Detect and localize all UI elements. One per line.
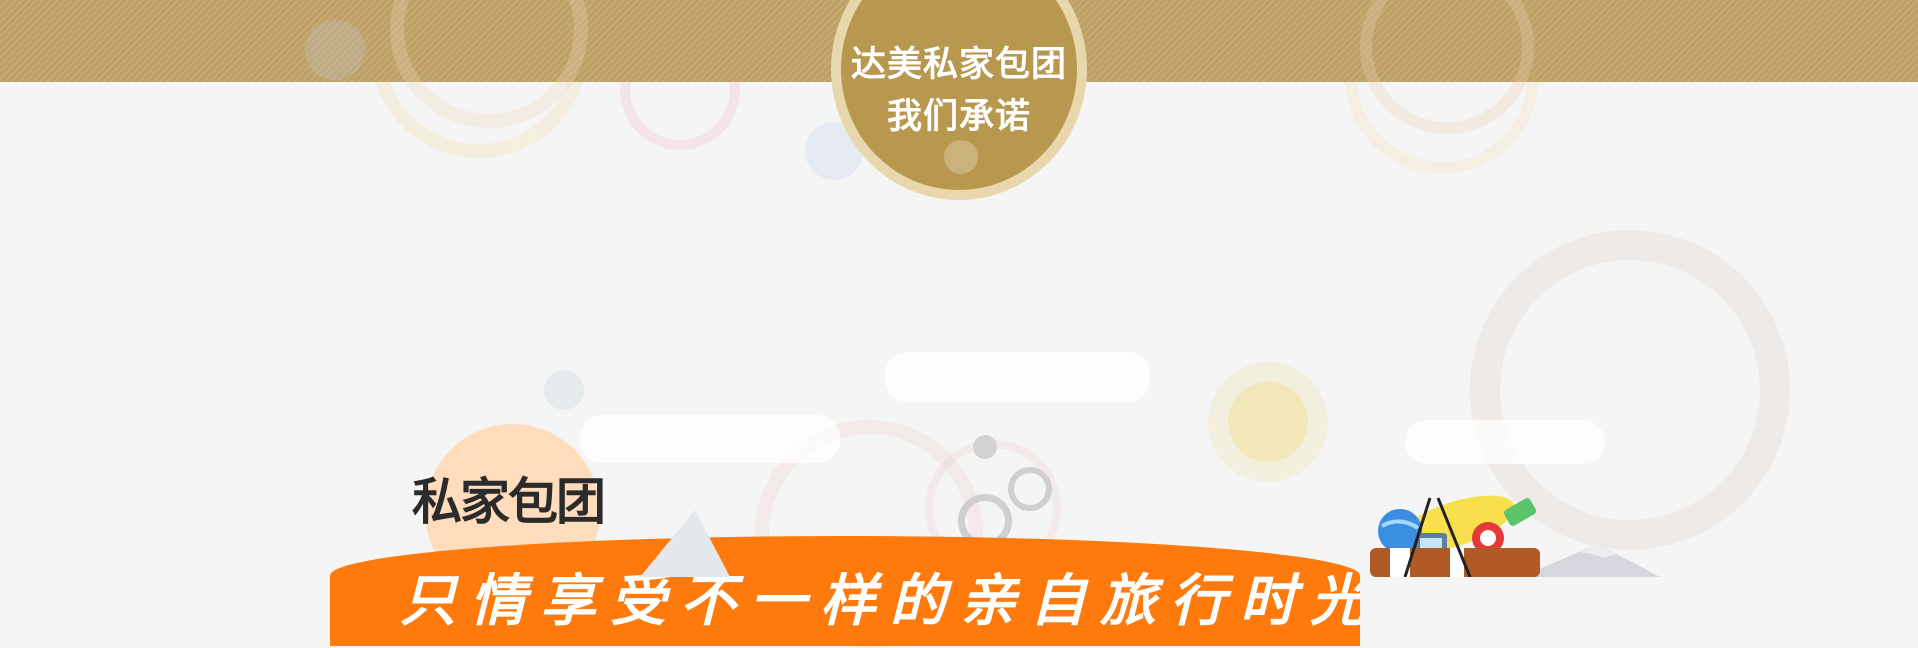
promise-badge: 达美私家包团 我们承诺 bbox=[831, 0, 1087, 200]
decor-dot bbox=[544, 370, 584, 410]
badge-subtitle: 我们承诺 bbox=[886, 97, 1031, 137]
mountain-illustration bbox=[640, 510, 730, 577]
decor-dot bbox=[1228, 382, 1308, 462]
decor-cloud bbox=[580, 415, 840, 463]
promise-badge-inner: 达美私家包团 我们承诺 bbox=[841, 0, 1077, 190]
decor-dot bbox=[944, 140, 978, 174]
decor-cloud bbox=[885, 352, 1150, 402]
section-title: 私家包团 bbox=[412, 473, 606, 531]
decor-ring bbox=[1008, 467, 1052, 511]
decor-ring bbox=[1360, 0, 1534, 134]
slogan-text: 只情享受不一样的亲自旅行时光 bbox=[400, 568, 1360, 634]
decor-dot bbox=[1208, 362, 1328, 482]
decor-cloud bbox=[1405, 420, 1605, 464]
decor-dot bbox=[305, 20, 365, 80]
badge-title: 达美私家包团 bbox=[850, 45, 1067, 85]
decor-ring bbox=[390, 0, 588, 128]
slogan-banner: 只情享受不一样的亲自旅行时光 bbox=[330, 536, 1360, 646]
decor-dot bbox=[973, 435, 997, 459]
suitcase-with-globe-camera-surfboard-icon bbox=[1370, 495, 1540, 577]
